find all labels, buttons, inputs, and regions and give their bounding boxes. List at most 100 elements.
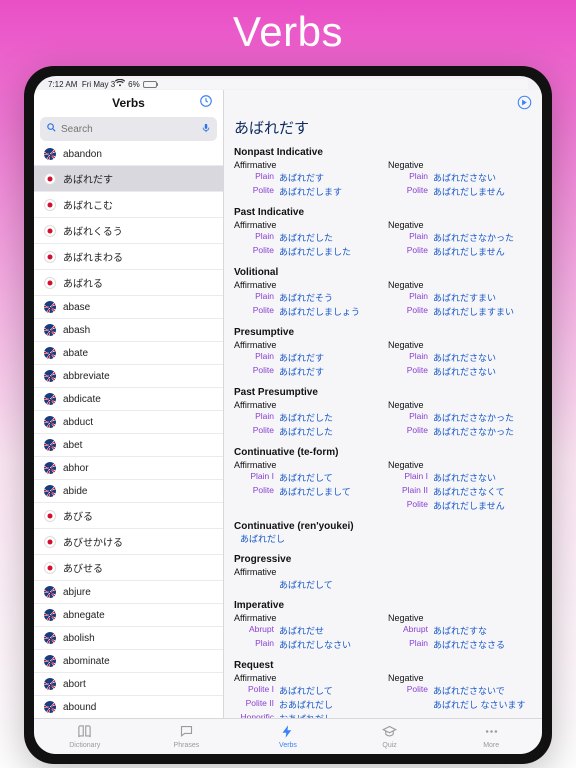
verb-row[interactable]: abolish xyxy=(34,627,223,650)
tab-dictionary[interactable]: Dictionary xyxy=(34,719,136,754)
verb-row[interactable]: あばれる xyxy=(34,270,223,296)
polarity-label: Negative xyxy=(388,671,532,684)
form-value: おあばれだし xyxy=(279,698,333,711)
verb-row[interactable]: abominate xyxy=(34,650,223,673)
form-value: あばれだして xyxy=(279,684,333,697)
conjugation-line: Politeあばれだしました xyxy=(234,245,378,259)
verb-row[interactable]: あばれだす xyxy=(34,166,223,192)
tab-bar: DictionaryPhrasesVerbs Quiz More xyxy=(34,718,542,754)
verb-row[interactable]: abase xyxy=(34,296,223,319)
polarity-label: Affirmative xyxy=(234,565,532,578)
verb-row[interactable]: abnegate xyxy=(34,604,223,627)
uk-flag-icon xyxy=(44,416,56,428)
form-tag: Polite xyxy=(238,305,274,318)
form-tag: Polite xyxy=(238,245,274,258)
verb-row[interactable]: abdicate xyxy=(34,388,223,411)
verb-row[interactable]: abide xyxy=(34,480,223,503)
uk-flag-icon xyxy=(44,462,56,474)
polarity-label: Negative xyxy=(388,611,532,624)
verb-row[interactable]: あびせる xyxy=(34,555,223,581)
status-bar: 7:12 AM Fri May 3 6% xyxy=(34,76,542,90)
verb-label: abash xyxy=(63,325,90,336)
conjugation-section: Continuative (te-form)AffirmativePlain I… xyxy=(224,444,542,518)
grad-icon xyxy=(382,724,397,741)
verb-label: abduct xyxy=(63,417,93,428)
verb-row[interactable]: あばれこむ xyxy=(34,192,223,218)
speaker-icon[interactable] xyxy=(517,95,532,113)
verb-row[interactable]: abound xyxy=(34,696,223,718)
verb-row[interactable]: abjure xyxy=(34,581,223,604)
tab-verbs[interactable]: Verbs xyxy=(237,719,339,754)
history-button[interactable] xyxy=(199,94,213,113)
verb-label: abominate xyxy=(63,656,110,667)
conjugation-line: Plain I あばれだして xyxy=(234,471,378,485)
verb-label: あばれる xyxy=(63,275,103,290)
conjugation-line: Politeあばれだしますまい xyxy=(388,305,532,319)
form-value: あばれだし なさいます xyxy=(433,698,526,711)
conjugation-line: Plainあばれだした xyxy=(234,411,378,425)
mic-icon[interactable] xyxy=(201,122,211,137)
verb-row[interactable]: abandon xyxy=(34,143,223,166)
uk-flag-icon xyxy=(44,632,56,644)
conjugation-line: Politeあばれだす xyxy=(234,365,378,379)
form-value: あばれださなさる xyxy=(433,638,505,651)
verb-row[interactable]: abash xyxy=(34,319,223,342)
polarity-label: Affirmative xyxy=(234,458,378,471)
verb-label: あばれだす xyxy=(63,171,113,186)
verb-row[interactable]: abhor xyxy=(34,457,223,480)
verb-row[interactable]: あびせかける xyxy=(34,529,223,555)
verb-row[interactable]: abbreviate xyxy=(34,365,223,388)
form-tag: Polite xyxy=(392,365,428,378)
tab-label: Quiz xyxy=(382,742,396,749)
uk-flag-icon xyxy=(44,586,56,598)
verb-row[interactable]: abate xyxy=(34,342,223,365)
form-value: あばれだした xyxy=(279,425,333,438)
form-value: あばれださなかった xyxy=(433,425,514,438)
tab-quiz[interactable]: Quiz xyxy=(339,719,441,754)
polarity-label: Affirmative xyxy=(234,218,378,231)
form-tag: Plain I xyxy=(238,471,274,484)
ipad-frame: 7:12 AM Fri May 3 6% Verbs abandonあばれだすあ… xyxy=(24,66,552,764)
section-name: Request xyxy=(234,657,532,671)
form-tag: Polite xyxy=(238,185,274,198)
headword: あばれだす xyxy=(224,115,542,144)
verb-row[interactable]: abet xyxy=(34,434,223,457)
conjugation-line: Plainあばれださなかった xyxy=(388,231,532,245)
form-value: あばれだしなさい xyxy=(279,638,351,651)
hero-title: Verbs xyxy=(233,0,343,66)
form-value: あばれだして xyxy=(279,471,333,484)
form-tag: Plain xyxy=(392,411,428,424)
conjugation-line: Polite Iあばれだして xyxy=(234,684,378,698)
section-name: Progressive xyxy=(234,551,532,565)
form-tag: Plain xyxy=(238,411,274,424)
screen: 7:12 AM Fri May 3 6% Verbs abandonあばれだすあ… xyxy=(34,76,542,754)
form-tag: Plain xyxy=(238,638,274,651)
tab-more[interactable]: More xyxy=(440,719,542,754)
verb-label: abjure xyxy=(63,587,91,598)
form-value: あばれだしません xyxy=(433,499,505,512)
jp-flag-icon xyxy=(44,199,56,211)
polarity-label: Negative xyxy=(388,278,532,291)
verb-row[interactable]: あばれくるう xyxy=(34,218,223,244)
form-tag: Polite II xyxy=(238,698,274,711)
verb-row[interactable]: abort xyxy=(34,673,223,696)
conjugation-line: Abruptあばれだすな xyxy=(388,624,532,638)
search-field[interactable] xyxy=(40,117,217,141)
form-value: おあばれだし xyxy=(279,712,333,718)
search-input[interactable] xyxy=(61,124,197,135)
verb-list[interactable]: abandon あばれだすあばれこむあばれくるうあばれまわるあばれる abase ab… xyxy=(34,143,223,718)
battery-pct: 6% xyxy=(128,80,140,89)
uk-flag-icon xyxy=(44,655,56,667)
conjugation-section: Nonpast IndicativeAffirmativePlainあばれだすP… xyxy=(224,144,542,204)
verb-row[interactable]: abduct xyxy=(34,411,223,434)
conjugation-section: Past IndicativeAffirmativePlainあばれだしたPol… xyxy=(224,204,542,264)
polarity-label: Affirmative xyxy=(234,158,378,171)
tab-phrases[interactable]: Phrases xyxy=(136,719,238,754)
verb-row[interactable]: あばれまわる xyxy=(34,244,223,270)
uk-flag-icon xyxy=(44,148,56,160)
conjugation-line: あばれだし なさいます xyxy=(388,698,532,712)
section-name: Nonpast Indicative xyxy=(234,144,532,158)
bolt-icon xyxy=(280,724,295,741)
verb-row[interactable]: あびる xyxy=(34,503,223,529)
section-name: Past Indicative xyxy=(234,204,532,218)
